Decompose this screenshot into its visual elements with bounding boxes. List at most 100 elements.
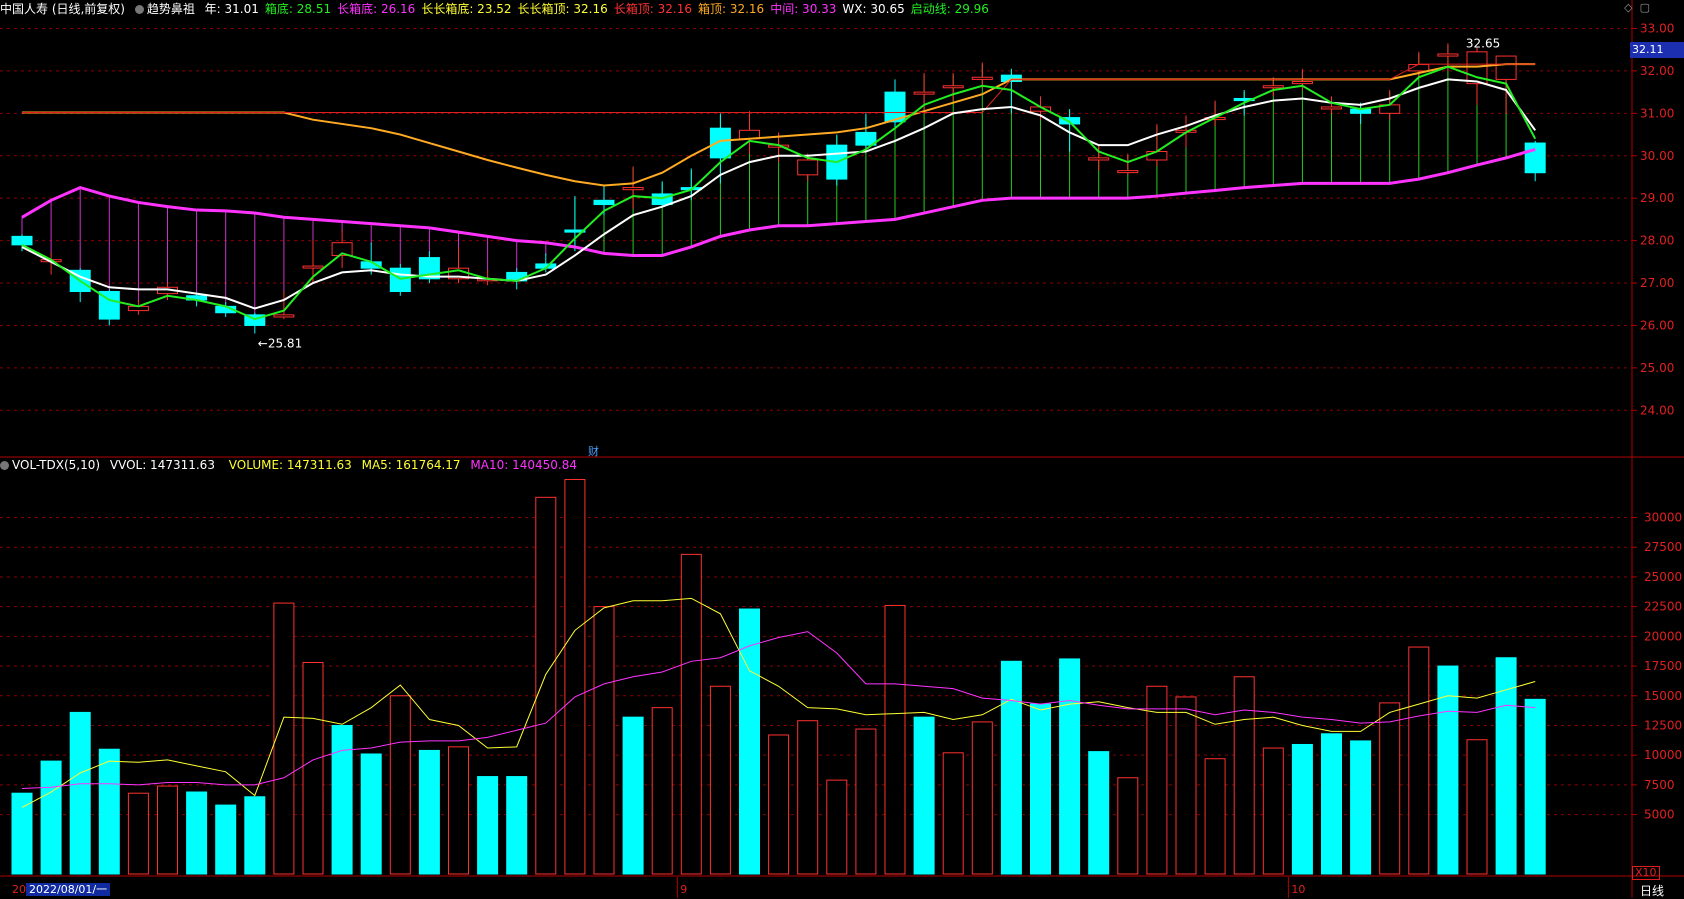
volume-bar [1000, 660, 1022, 875]
price-indicator-header: 中国人寿 (日线,前复权) 趋势鼻祖 年: 31.01 箱底: 28.51 长箱底:… [0, 0, 1001, 18]
vvol-value: VVOL: 147311.63 [109, 458, 215, 472]
indicator-item-3: 长长箱底: 23.52 [421, 2, 512, 16]
indicator-item-4: 长长箱顶: 32.16 [517, 2, 608, 16]
window-controls[interactable]: ◇ ▢ [1624, 1, 1650, 14]
indicator-item-5: 长箱顶: 32.16 [613, 2, 692, 16]
volume-bar [11, 792, 33, 875]
candle-body [1146, 151, 1168, 161]
candle-body [1437, 53, 1459, 57]
price-tick-label: 27.00 [1640, 276, 1674, 290]
price-tick-label: 24.00 [1640, 403, 1674, 417]
candle-body [1117, 170, 1139, 174]
volume-tick-label: 27500 [1644, 540, 1682, 554]
ma10-value: MA10: 140450.84 [470, 458, 577, 472]
volume-tick-label: 20000 [1644, 629, 1682, 643]
volume-bar [1233, 676, 1255, 875]
volume-tick-label: 30000 [1644, 511, 1682, 525]
candle-body [1088, 157, 1110, 161]
volume-bar [1524, 698, 1546, 875]
volume-bar [884, 604, 906, 875]
volume-bar [360, 753, 382, 875]
volume-bar [913, 716, 935, 875]
candle-body [622, 187, 644, 191]
volume-bar [69, 711, 91, 875]
volume-tick-label: 17500 [1644, 659, 1682, 673]
volume-bar [1059, 658, 1081, 875]
volume-bar [506, 776, 528, 875]
candle-body [1524, 142, 1546, 174]
period-label[interactable]: 日线 [1640, 882, 1664, 899]
candle-body [1291, 81, 1313, 85]
volume-bar [622, 716, 644, 875]
volume-bar [971, 721, 993, 875]
candle-body [1000, 74, 1022, 83]
volume-bar [1117, 777, 1139, 875]
indicator-item-7: 中间: 30.33 [770, 2, 837, 16]
volume-bar [1350, 740, 1372, 875]
volume-bar [651, 707, 673, 875]
volume-bar [593, 606, 615, 875]
volume-bar [564, 479, 586, 875]
finance-marker[interactable]: 财 [588, 443, 599, 459]
volume-indicator-header: VOL-TDX(5,10) VVOL: 147311.63 VOLUME: 14… [0, 456, 583, 474]
price-tick-label: 31.00 [1640, 106, 1674, 120]
indicator-item-8: WX: 30.65 [842, 2, 905, 16]
volume-bar [1291, 743, 1313, 875]
volume-bar [1466, 739, 1488, 875]
indicator-item-9: 启动线: 29.96 [910, 2, 989, 16]
volume-bar [302, 661, 324, 875]
volume-bar [1175, 696, 1197, 875]
volume-bar [331, 724, 353, 875]
settings-dot-icon[interactable] [0, 461, 9, 470]
diamond-icon[interactable]: ◇ [1624, 1, 1632, 14]
candle-body [1321, 106, 1342, 110]
price-tick-label: 32.00 [1640, 64, 1674, 78]
indicator-item-1: 箱底: 28.51 [264, 2, 332, 16]
layout-icon[interactable]: ▢ [1640, 1, 1650, 14]
volume-tick-label: 12500 [1644, 718, 1682, 732]
volume-bar [826, 779, 848, 875]
indicator-item-2: 长箱底: 26.16 [337, 2, 416, 16]
volume-bar [1146, 685, 1168, 875]
volume-bar [127, 792, 149, 875]
indicator-item-6: 箱顶: 32.16 [697, 2, 765, 16]
volume-bar [389, 695, 411, 875]
candle-body [273, 314, 295, 318]
volume-tick-label: 25000 [1644, 570, 1682, 584]
volume-bar [1321, 733, 1342, 875]
volume-bar [1088, 751, 1110, 875]
volume-bar [1204, 758, 1226, 875]
volume-bar [215, 804, 237, 875]
indicator-name[interactable]: 趋势鼻祖 [134, 2, 195, 16]
settings-dot-icon[interactable] [134, 5, 144, 14]
volume-bar [535, 496, 557, 875]
high-price-marker: 32.65 [1466, 36, 1500, 50]
candle-body [942, 85, 964, 89]
candle-body [302, 265, 324, 269]
volume-tick-label: 22500 [1644, 600, 1682, 614]
volume-bar [40, 760, 62, 875]
price-tick-label: 28.00 [1640, 234, 1674, 248]
volume-scale-badge: X10 [1632, 866, 1660, 880]
volume-bar [448, 746, 469, 875]
volume-bar [942, 752, 964, 875]
candle-body [913, 91, 935, 95]
volume-tick-label: 7500 [1644, 778, 1675, 792]
price-tick-label: 30.00 [1640, 149, 1674, 163]
volume-tick-label: 15000 [1644, 689, 1682, 703]
volume-bar [1030, 703, 1051, 875]
volume-bar [186, 791, 208, 875]
current-price-badge: 32.11 [1630, 42, 1684, 58]
stock-chart[interactable]: 24.00 25.00 26.00 27.00 28.00 29.00 30.00 31.00… [0, 0, 1684, 898]
month-label: 10 [1291, 883, 1305, 896]
volume-bar [157, 785, 178, 875]
indicator-item-0: 年: 31.01 [204, 2, 259, 16]
volume-bar [797, 720, 819, 875]
price-tick-label: 29.00 [1640, 191, 1674, 205]
volume-bar [855, 728, 877, 875]
volume-indicator-name[interactable]: VOL-TDX(5,10) [0, 458, 100, 472]
candle-body [709, 127, 731, 159]
volume-tick-label: 5000 [1644, 808, 1675, 822]
price-tick-label: 26.00 [1640, 318, 1674, 332]
volume-value: VOLUME: 147311.63 [228, 458, 352, 472]
